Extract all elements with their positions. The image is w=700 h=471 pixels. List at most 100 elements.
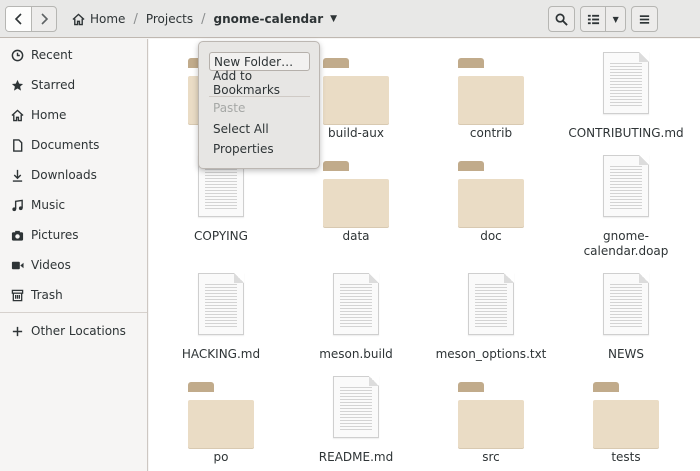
file-item[interactable]: README.md [291,372,421,465]
view-options-button[interactable]: ▼ [606,7,625,31]
folder-icon [188,382,254,448]
file-name: src [482,450,500,464]
file-name: CONTRIBUTING.md [568,126,684,140]
chevron-left-icon [14,13,22,25]
text-document-icon [603,273,649,335]
file-name: contrib [469,126,513,140]
caret-down-icon: ▼ [612,14,619,24]
breadcrumb: Home / Projects / gnome-calendar ▼ [64,6,345,32]
file-name: COPYING [194,229,248,243]
sidebar-item-home[interactable]: Home [0,102,147,128]
folder-icon [323,58,389,124]
text-document-icon [198,273,244,335]
sidebar-item-label: Music [31,198,66,212]
file-item[interactable]: CONTRIBUTING.md [561,48,691,141]
file-name: doc [480,229,502,243]
list-view-icon [587,14,599,24]
breadcrumb-label: Home [90,12,126,26]
sidebar-item-documents[interactable]: Documents [0,132,147,158]
document-icon [10,138,24,152]
file-name: meson_options.txt [435,347,547,361]
caret-down-icon: ▼ [330,14,338,24]
clock-icon [10,48,24,62]
plus-icon [10,324,24,338]
forward-button[interactable] [31,7,56,31]
header-bar: Home / Projects / gnome-calendar ▼ ▼ [0,0,700,38]
text-document-icon [333,376,379,438]
file-item[interactable]: src [426,372,556,465]
breadcrumb-current-folder[interactable]: gnome-calendar ▼ [206,6,346,32]
sidebar-item-recent[interactable]: Recent [0,42,147,68]
sidebar-divider [0,312,147,313]
folder-icon [323,161,389,227]
video-icon [10,258,24,272]
file-name: po [213,450,229,464]
file-name: HACKING.md [181,347,261,361]
sidebar-item-label: Starred [31,78,76,92]
file-item[interactable]: doc [426,151,556,244]
chevron-right-icon [41,13,49,25]
folder-icon [458,382,524,448]
history-nav [5,6,57,32]
camera-icon [10,228,24,242]
search-icon [555,13,568,26]
text-document-icon [603,52,649,114]
back-button[interactable] [6,7,31,31]
text-document-icon [468,273,514,335]
sidebar-item-downloads[interactable]: Downloads [0,162,147,188]
folder-icon [458,161,524,227]
list-view-button[interactable] [581,7,607,31]
file-item[interactable]: meson.build [291,269,421,362]
menu-item-select-all[interactable]: Select All [209,119,310,138]
sidebar-item-label: Other Locations [31,324,126,338]
folder-icon [458,58,524,124]
sidebar-item-label: Downloads [31,168,97,182]
file-name: tests [611,450,641,464]
sidebar-item-other-locations[interactable]: Other Locations [0,318,147,344]
file-item[interactable]: tests [561,372,691,465]
search-button[interactable] [548,6,575,32]
file-item[interactable]: meson_options.txt [426,269,556,362]
sidebar-item-label: Home [31,108,67,122]
sidebar-item-label: Documents [31,138,100,152]
file-name: README.md [318,450,394,464]
file-item[interactable]: gnome-calendar.doap [561,151,691,259]
breadcrumb-home[interactable]: Home [64,6,133,32]
file-item[interactable]: contrib [426,48,556,141]
download-icon [10,168,24,182]
breadcrumb-projects[interactable]: Projects [138,6,201,32]
menu-item-paste: Paste [213,100,246,115]
file-name: gnome-calendar.doap [583,229,669,258]
file-item[interactable]: po [156,372,286,465]
star-icon [10,78,24,92]
menu-separator [209,96,310,97]
breadcrumb-label: Projects [145,12,194,26]
music-icon [10,198,24,212]
sidebar-item-label: Pictures [31,228,79,242]
folder-icon [593,382,659,448]
file-name: NEWS [607,347,645,361]
sidebar-item-label: Trash [31,288,63,302]
home-icon [10,108,24,122]
text-document-icon [603,155,649,217]
file-item[interactable]: NEWS [561,269,691,362]
sidebar-item-starred[interactable]: Starred [0,72,147,98]
menu-item-properties[interactable]: Properties [209,139,310,158]
sidebar-item-videos[interactable]: Videos [0,252,147,278]
sidebar-item-pictures[interactable]: Pictures [0,222,147,248]
places-sidebar: Recent Starred Home Documents Downloads … [0,39,148,471]
sidebar-item-label: Videos [31,258,71,272]
sidebar-item-music[interactable]: Music [0,192,147,218]
view-toggle-group: ▼ [580,6,626,32]
text-document-icon [333,273,379,335]
breadcrumb-label: gnome-calendar [213,12,324,26]
main-menu-button[interactable] [631,6,658,32]
file-item[interactable]: HACKING.md [156,269,286,362]
file-name: meson.build [319,347,393,361]
sidebar-item-label: Recent [31,48,73,62]
file-name: data [342,229,370,243]
hamburger-menu-icon [639,14,650,24]
background-context-menu: New Folder… Add to Bookmarks Paste Selec… [198,41,320,169]
menu-item-add-to-bookmarks[interactable]: Add to Bookmarks [209,69,310,97]
sidebar-item-trash[interactable]: Trash [0,282,147,308]
